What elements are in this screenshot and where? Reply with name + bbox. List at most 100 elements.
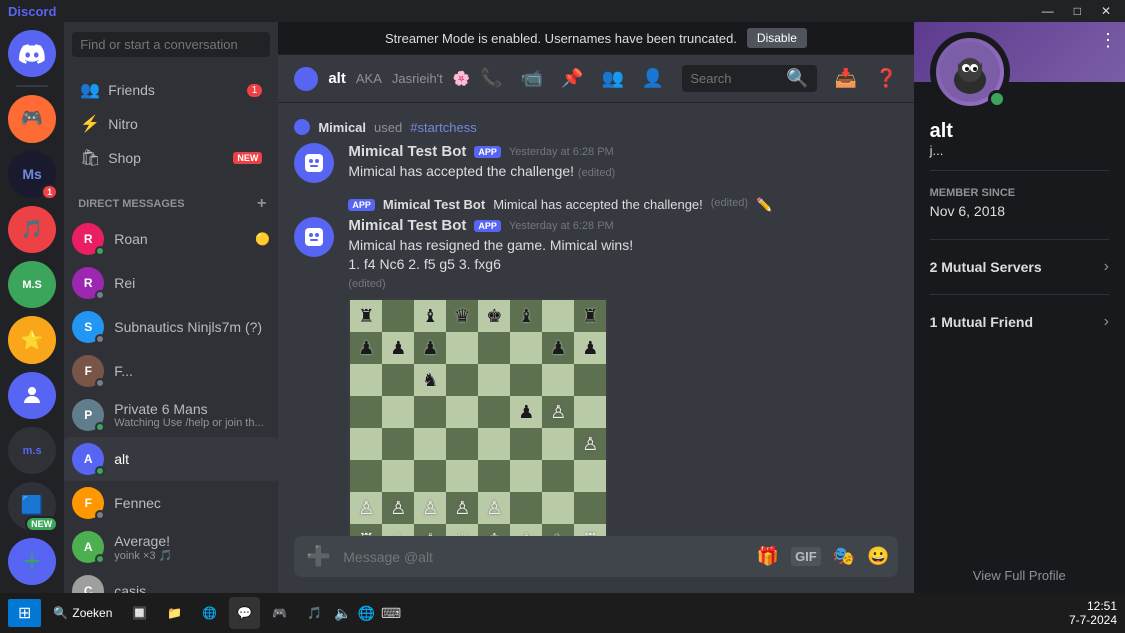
chess-cell-7-3[interactable]: ♕	[446, 524, 478, 536]
chess-cell-2-0[interactable]	[350, 364, 382, 396]
dm-item-casis[interactable]: C casis	[64, 569, 278, 593]
gif-icon[interactable]: GIF	[791, 547, 821, 566]
chess-cell-4-0[interactable]	[350, 428, 382, 460]
chess-cell-2-7[interactable]	[574, 364, 606, 396]
chess-cell-2-6[interactable]	[542, 364, 574, 396]
gift-icon[interactable]: 🎁	[757, 546, 779, 567]
minimize-button[interactable]: —	[1036, 4, 1060, 18]
taskbar-discord-task[interactable]: 💬	[229, 597, 260, 629]
chess-cell-0-2[interactable]: ♝	[414, 300, 446, 332]
view-full-profile-button[interactable]: View Full Profile	[914, 558, 1125, 593]
chess-cell-2-1[interactable]	[382, 364, 414, 396]
sidebar-item-nitro[interactable]: ⚡ Nitro	[72, 107, 270, 141]
chess-cell-1-3[interactable]	[446, 332, 478, 364]
chess-cell-3-2[interactable]	[414, 396, 446, 428]
chess-cell-7-0[interactable]: ♖	[350, 524, 382, 536]
video-icon[interactable]: 📹	[521, 68, 543, 89]
chess-cell-0-5[interactable]: ♝	[510, 300, 542, 332]
search-input[interactable]	[72, 32, 270, 57]
dm-item-roan[interactable]: R Roan 🟡	[64, 217, 278, 261]
chess-cell-5-6[interactable]	[542, 460, 574, 492]
chess-cell-7-4[interactable]: ♔	[478, 524, 510, 536]
chess-cell-4-7[interactable]: ♙	[574, 428, 606, 460]
chess-cell-3-1[interactable]	[382, 396, 414, 428]
chess-cell-3-5[interactable]: ♟	[510, 396, 542, 428]
chess-cell-1-5[interactable]	[510, 332, 542, 364]
chess-cell-7-1[interactable]: ♘	[382, 524, 414, 536]
chess-cell-4-4[interactable]	[478, 428, 510, 460]
disable-streamer-button[interactable]: Disable	[747, 28, 807, 48]
chess-cell-4-2[interactable]	[414, 428, 446, 460]
chess-cell-5-1[interactable]	[382, 460, 414, 492]
call-icon[interactable]: 📞	[480, 68, 502, 89]
chess-cell-1-7[interactable]: ♟	[574, 332, 606, 364]
chess-cell-6-5[interactable]	[510, 492, 542, 524]
message-input[interactable]	[343, 539, 748, 575]
dm-item-private6mans[interactable]: P Private 6 Mans Watching Use /help or j…	[64, 393, 278, 437]
chess-cell-0-4[interactable]: ♚	[478, 300, 510, 332]
chess-cell-3-3[interactable]	[446, 396, 478, 428]
server-icon-add[interactable]	[8, 538, 56, 585]
taskbar-music[interactable]: 🎵	[299, 597, 330, 629]
chat-search-input[interactable]	[690, 71, 780, 86]
sticker-icon[interactable]: 🎭	[833, 546, 855, 567]
discord-home-button[interactable]	[8, 30, 56, 77]
chess-cell-1-6[interactable]: ♟	[542, 332, 574, 364]
chess-cell-0-3[interactable]: ♛	[446, 300, 478, 332]
dm-item-rei[interactable]: R Rei	[64, 261, 278, 305]
taskbar-task-view[interactable]: 🔲	[124, 597, 155, 629]
edit-icon[interactable]: ✏️	[756, 197, 772, 213]
dm-item-subnautics[interactable]: S Subnautics Ninjls7m (?)	[64, 305, 278, 349]
chess-cell-5-3[interactable]	[446, 460, 478, 492]
add-dm-button[interactable]: +	[257, 195, 266, 213]
chess-cell-0-1[interactable]	[382, 300, 414, 332]
chess-cell-1-2[interactable]: ♟	[414, 332, 446, 364]
chess-cell-7-2[interactable]: ♗	[414, 524, 446, 536]
chess-cell-0-7[interactable]: ♜	[574, 300, 606, 332]
chess-cell-6-6[interactable]	[542, 492, 574, 524]
chess-cell-2-3[interactable]	[446, 364, 478, 396]
server-icon-1[interactable]: 🎮	[8, 95, 56, 142]
sidebar-item-friends[interactable]: 👥 Friends 1	[72, 73, 270, 107]
chess-cell-3-7[interactable]	[574, 396, 606, 428]
members-icon[interactable]: 👥	[601, 68, 623, 89]
chess-cell-7-5[interactable]: ♗	[510, 524, 542, 536]
chess-cell-5-7[interactable]	[574, 460, 606, 492]
mutual-servers-row[interactable]: 2 Mutual Servers ›	[914, 248, 1125, 286]
chess-cell-6-0[interactable]: ♙	[350, 492, 382, 524]
profile-icon[interactable]: 👤	[642, 68, 664, 89]
chess-cell-2-4[interactable]	[478, 364, 510, 396]
chess-cell-0-6[interactable]	[542, 300, 574, 332]
chess-cell-5-4[interactable]	[478, 460, 510, 492]
emoji-icon[interactable]: 😀	[867, 546, 889, 567]
chess-cell-2-2[interactable]: ♞	[414, 364, 446, 396]
dm-item-f[interactable]: F F...	[64, 349, 278, 393]
chess-cell-3-0[interactable]	[350, 396, 382, 428]
dm-item-average[interactable]: A Average! yoink ×3 🎵	[64, 525, 278, 569]
pin-icon[interactable]: 📌	[561, 68, 583, 89]
server-icon-6[interactable]	[8, 372, 56, 419]
chess-cell-3-6[interactable]: ♙	[542, 396, 574, 428]
chess-cell-7-6[interactable]: ♘	[542, 524, 574, 536]
chess-cell-0-0[interactable]: ♜	[350, 300, 382, 332]
server-icon-2[interactable]: Ms 1	[8, 151, 56, 198]
dm-item-fennec[interactable]: F Fennec	[64, 481, 278, 525]
server-icon-8[interactable]: 🟦 NEW	[8, 482, 56, 529]
taskbar-icon-1[interactable]: 🔈	[334, 605, 351, 622]
chess-cell-6-4[interactable]: ♙	[478, 492, 510, 524]
chess-cell-4-3[interactable]	[446, 428, 478, 460]
chess-cell-5-5[interactable]	[510, 460, 542, 492]
server-icon-3[interactable]: 🎵	[8, 206, 56, 253]
inbox-icon[interactable]: 📥	[835, 68, 857, 89]
chess-cell-4-6[interactable]	[542, 428, 574, 460]
server-icon-7[interactable]: m.s	[8, 427, 56, 474]
taskbar-icon-3[interactable]: ⌨	[381, 605, 401, 622]
chess-cell-2-5[interactable]	[510, 364, 542, 396]
sidebar-item-shop[interactable]: 🛍 Shop NEW	[72, 141, 270, 175]
mutual-friend-row[interactable]: 1 Mutual Friend ›	[914, 303, 1125, 341]
chess-cell-1-0[interactable]: ♟	[350, 332, 382, 364]
chess-cell-7-7[interactable]: ♖	[574, 524, 606, 536]
chess-cell-1-1[interactable]: ♟	[382, 332, 414, 364]
chess-cell-6-3[interactable]: ♙	[446, 492, 478, 524]
taskbar-game[interactable]: 🎮	[264, 597, 295, 629]
